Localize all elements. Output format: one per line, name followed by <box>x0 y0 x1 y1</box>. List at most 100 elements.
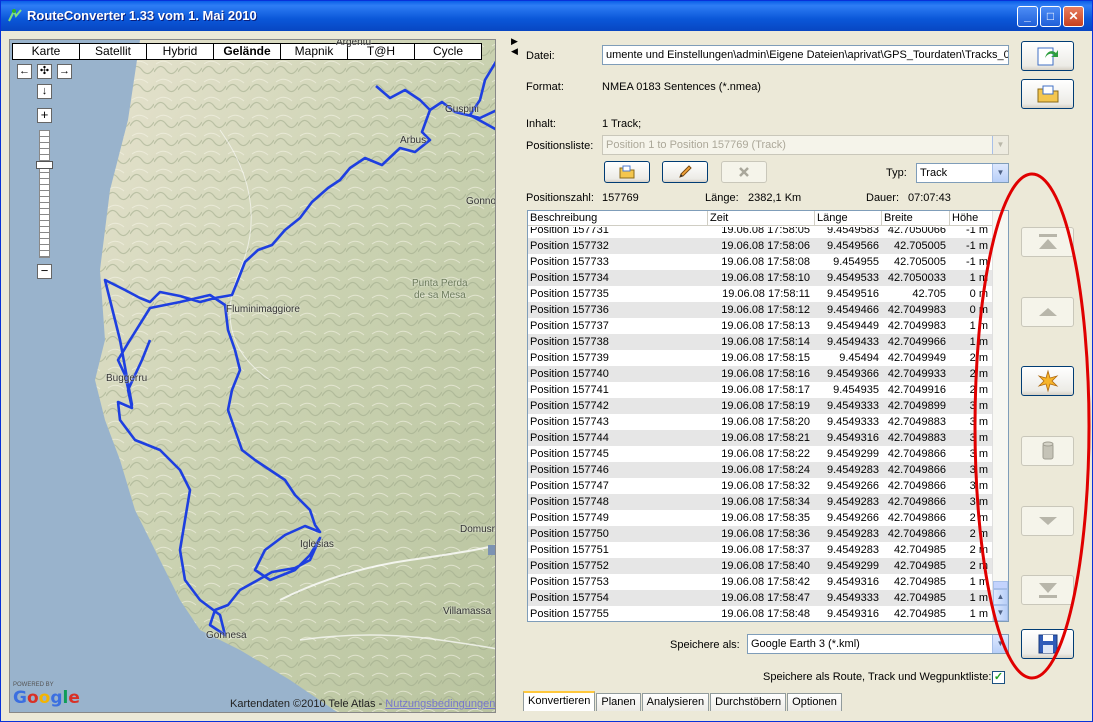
map-tab-hybrid[interactable]: Hybrid <box>146 43 214 60</box>
cell-breite: 42.7049933 <box>887 368 946 380</box>
table-row[interactable]: Position 157753 19.06.08 17:58:42 9.454931… <box>528 574 993 590</box>
close-button[interactable]: ✕ <box>1063 6 1084 27</box>
minimize-button[interactable]: _ <box>1017 6 1038 27</box>
cell-breite: 42.7049866 <box>887 480 946 492</box>
table-row[interactable]: Position 157751 19.06.08 17:58:37 9.454928… <box>528 542 993 558</box>
tab-planen[interactable]: Planen <box>596 693 641 711</box>
positions-table[interactable]: Beschreibung Zeit Länge Breite Höhe Posi… <box>527 210 1009 622</box>
cell-breite: 42.7049983 <box>887 320 946 332</box>
laenge-value: 2382,1 Km <box>748 192 802 204</box>
map-label-de-sa-mesa: de sa Mesa <box>414 290 466 301</box>
table-row[interactable]: Position 157739 19.06.08 17:58:15 9.45494 4… <box>528 350 993 366</box>
cell-laenge: 9.4549533 <box>827 272 879 284</box>
column-header-beschreibung[interactable]: Beschreibung <box>528 211 708 226</box>
cell-zeit: 19.06.08 17:58:19 <box>721 400 810 412</box>
open-positionlist-button[interactable] <box>604 161 650 183</box>
map-tab-gelaende[interactable]: Gelände <box>213 43 281 60</box>
splitter-expand-left-icon[interactable]: ◀ <box>511 47 518 56</box>
inhalt-label: Inhalt: <box>526 118 556 130</box>
chevron-down-icon: ▼ <box>992 136 1008 154</box>
table-row[interactable]: Position 157737 19.06.08 17:58:13 9.454944… <box>528 318 993 334</box>
pan-left-button[interactable]: ← <box>17 64 32 79</box>
tab-konvertieren[interactable]: Konvertieren <box>523 691 596 711</box>
speichere-als-label: Speichere als: <box>670 639 740 651</box>
table-row[interactable]: Position 157734 19.06.08 17:58:10 9.454953… <box>528 270 993 286</box>
table-row[interactable]: Position 157750 19.06.08 17:58:36 9.454928… <box>528 526 993 542</box>
cell-zeit: 19.06.08 17:58:10 <box>721 272 810 284</box>
column-header-breite[interactable]: Breite <box>882 211 950 226</box>
datei-label: Datei: <box>526 50 555 62</box>
cell-beschreibung: Position 157745 <box>530 448 609 460</box>
cell-laenge: 9.4549299 <box>827 448 879 460</box>
table-row[interactable]: Position 157745 19.06.08 17:58:22 9.454929… <box>528 446 993 462</box>
table-row[interactable]: Position 157731 19.06.08 17:58:05 9.454958… <box>528 227 993 238</box>
cell-zeit: 19.06.08 17:58:06 <box>721 240 810 252</box>
positionsliste-select[interactable]: Position 1 to Position 157769 (Track) ▼ <box>602 135 1009 155</box>
panel-splitter[interactable]: ▶ ◀ <box>509 33 519 713</box>
google-wordmark: Google <box>13 688 80 708</box>
cell-laenge: 9.4549566 <box>827 240 879 252</box>
cell-zeit: 19.06.08 17:58:05 <box>721 227 810 236</box>
pan-down-button[interactable]: ↓ <box>37 84 52 99</box>
cell-breite: 42.7049866 <box>887 464 946 476</box>
table-body: Position 157731 19.06.08 17:58:05 9.454958… <box>528 227 993 621</box>
pan-center-button[interactable]: ✣ <box>37 64 52 79</box>
table-row[interactable]: Position 157747 19.06.08 17:58:32 9.454926… <box>528 478 993 494</box>
table-row[interactable]: Position 157746 19.06.08 17:58:24 9.454928… <box>528 462 993 478</box>
cell-laenge: 9.4549333 <box>827 400 879 412</box>
cell-zeit: 19.06.08 17:58:40 <box>721 560 810 572</box>
convert-open-button[interactable] <box>1021 41 1074 71</box>
map-label-fluminimaggiore: Fluminimaggiore <box>226 304 300 315</box>
datei-field[interactable]: umente und Einstellungen\admin\Eigene Da… <box>602 45 1009 65</box>
cell-breite: 42.7049949 <box>887 352 946 364</box>
laenge-label: Länge: <box>705 192 739 204</box>
splitter-expand-right-icon[interactable]: ▶ <box>511 37 518 46</box>
cell-beschreibung: Position 157755 <box>530 608 609 620</box>
table-row[interactable]: Position 157743 19.06.08 17:58:20 9.454933… <box>528 414 993 430</box>
table-row[interactable]: Position 157740 19.06.08 17:58:16 9.454936… <box>528 366 993 382</box>
map-view[interactable]: Karte Satellit Hybrid Gelände Mapnik T@H… <box>9 39 496 713</box>
tab-optionen[interactable]: Optionen <box>787 693 842 711</box>
table-row[interactable]: Position 157744 19.06.08 17:58:21 9.454931… <box>528 430 993 446</box>
rename-positionlist-button[interactable] <box>662 161 708 183</box>
table-row[interactable]: Position 157741 19.06.08 17:58:17 9.454935… <box>528 382 993 398</box>
table-row[interactable]: Position 157733 19.06.08 17:58:08 9.454955… <box>528 254 993 270</box>
zoom-slider-thumb[interactable] <box>36 161 53 169</box>
tab-analysieren[interactable]: Analysieren <box>641 693 710 711</box>
tab-durchstoebern[interactable]: Durchstöbern <box>710 693 787 711</box>
cell-beschreibung: Position 157731 <box>530 227 609 236</box>
column-header-laenge[interactable]: Länge <box>815 211 882 226</box>
table-row[interactable]: Position 157735 19.06.08 17:58:11 9.454951… <box>528 286 993 302</box>
table-row[interactable]: Position 157748 19.06.08 17:58:34 9.454928… <box>528 494 993 510</box>
table-row[interactable]: Position 157752 19.06.08 17:58:40 9.454929… <box>528 558 993 574</box>
zoom-in-button[interactable]: + <box>37 108 52 123</box>
table-row[interactable]: Position 157732 19.06.08 17:58:06 9.454956… <box>528 238 993 254</box>
table-row[interactable]: Position 157742 19.06.08 17:58:19 9.454933… <box>528 398 993 414</box>
table-row[interactable]: Position 157736 19.06.08 17:58:12 9.454946… <box>528 302 993 318</box>
title-bar[interactable]: RouteConverter 1.33 vom 1. Mai 2010 _ □ … <box>1 1 1092 31</box>
speichere-als-select[interactable]: Google Earth 3 (*.kml) ▼ <box>747 634 1009 654</box>
table-row[interactable]: Position 157738 19.06.08 17:58:14 9.454943… <box>528 334 993 350</box>
cell-zeit: 19.06.08 17:58:14 <box>721 336 810 348</box>
app-window: RouteConverter 1.33 vom 1. Mai 2010 _ □ … <box>0 0 1093 722</box>
table-row[interactable]: Position 157754 19.06.08 17:58:47 9.454933… <box>528 590 993 606</box>
cell-laenge: 9.4549316 <box>827 576 879 588</box>
map-tab-karte[interactable]: Karte <box>12 43 80 60</box>
zoom-slider[interactable] <box>39 130 50 258</box>
zoom-out-button[interactable]: − <box>37 264 52 279</box>
pan-right-button[interactable]: → <box>57 64 72 79</box>
maximize-button[interactable]: □ <box>1040 6 1061 27</box>
table-row[interactable]: Position 157749 19.06.08 17:58:35 9.454926… <box>528 510 993 526</box>
map-tab-satellit[interactable]: Satellit <box>79 43 147 60</box>
cell-zeit: 19.06.08 17:58:24 <box>721 464 810 476</box>
map-label-gonnesa: Gonnesa <box>206 630 247 641</box>
table-row[interactable]: Position 157755 19.06.08 17:58:48 9.454931… <box>528 606 993 621</box>
delete-positionlist-button[interactable] <box>721 161 767 183</box>
cell-breite: 42.7049866 <box>887 528 946 540</box>
open-folder-button[interactable] <box>1021 79 1074 109</box>
terms-of-use-link[interactable]: Nutzungsbedingungen <box>385 698 495 710</box>
cell-beschreibung: Position 157737 <box>530 320 609 332</box>
column-header-zeit[interactable]: Zeit <box>708 211 815 226</box>
map-tab-cycle[interactable]: Cycle <box>414 43 482 60</box>
positionszahl-label: Positionszahl: <box>526 192 594 204</box>
